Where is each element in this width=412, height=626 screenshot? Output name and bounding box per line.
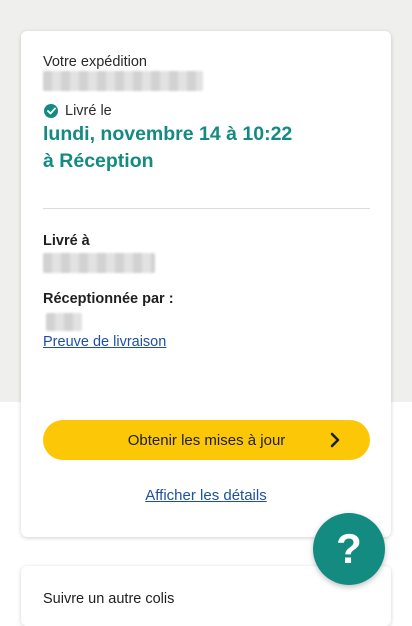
chevron-right-icon <box>330 432 340 448</box>
help-icon: ? <box>336 525 362 572</box>
recipient-name-redacted <box>46 313 82 331</box>
status-location: à Réception <box>43 150 154 172</box>
delivery-address-redacted <box>43 253 155 273</box>
track-other-title: Suivre un autre colis <box>43 591 175 607</box>
tracking-number-redacted <box>43 71 203 91</box>
status-label: Livré le <box>65 103 112 119</box>
show-details-link[interactable]: Afficher les détails <box>0 487 412 504</box>
check-circle-icon <box>44 104 58 118</box>
delivered-to-label: Livré à <box>43 233 90 249</box>
shipment-heading: Votre expédition <box>43 54 147 70</box>
get-updates-button[interactable]: Obtenir les mises à jour <box>43 420 370 460</box>
proof-of-delivery-link[interactable]: Preuve de livraison <box>43 334 166 350</box>
status-date: lundi, novembre 14 à 10:22 <box>43 123 293 145</box>
received-by-label: Réceptionnée par : <box>43 291 174 307</box>
help-button[interactable]: ? <box>313 513 385 585</box>
divider <box>43 208 370 209</box>
get-updates-label: Obtenir les mises à jour <box>127 431 286 449</box>
